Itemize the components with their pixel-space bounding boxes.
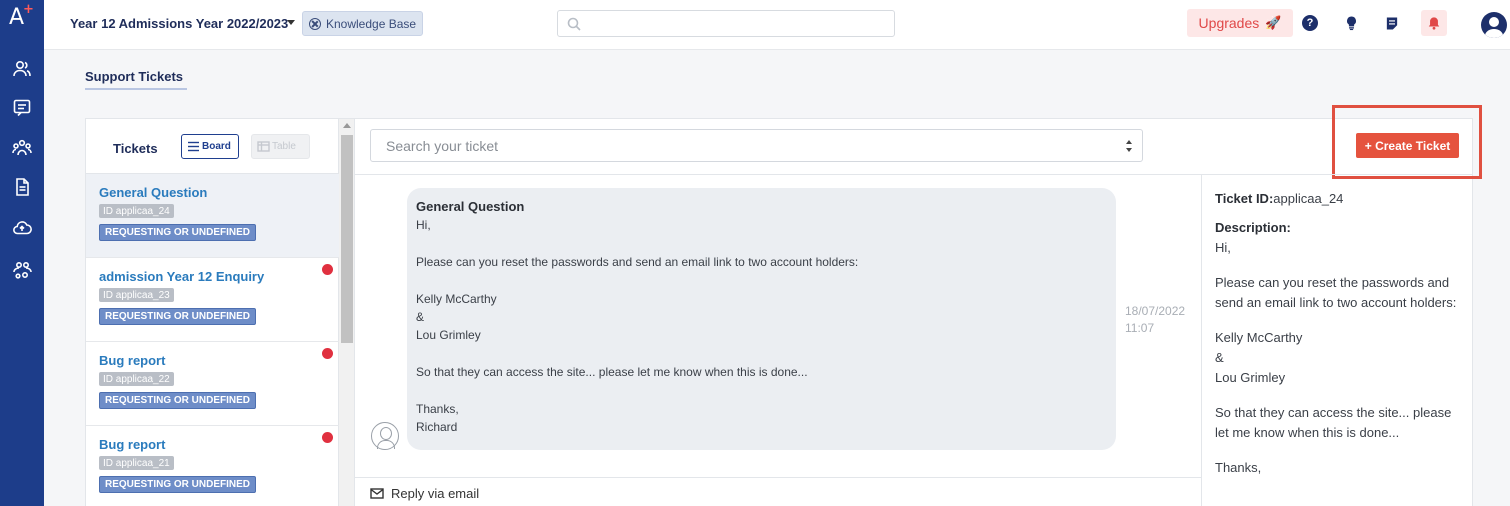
unread-indicator [322, 348, 333, 359]
message-date: 18/07/2022 [1125, 304, 1186, 318]
message-line: & [416, 310, 425, 324]
app-logo[interactable]: A + [9, 2, 34, 30]
ticket-id-label: Ticket ID: [1215, 191, 1274, 206]
ticket-search-input[interactable] [371, 130, 1142, 161]
board-view-label: Board [202, 141, 231, 152]
upgrades-button[interactable]: Upgrades 🚀 [1187, 9, 1293, 37]
user-avatar[interactable] [1481, 12, 1507, 38]
divider [355, 174, 1473, 175]
divider [355, 477, 1201, 478]
table-view-label: Table [272, 141, 296, 152]
unread-indicator [322, 264, 333, 275]
tickets-panel: Tickets Board Table General Question ID … [85, 105, 1482, 506]
description-line: Lou Grimley [1215, 370, 1286, 385]
description-label: Description: [1215, 220, 1291, 235]
description-line: Thanks, [1215, 460, 1262, 475]
sender-avatar [371, 422, 399, 450]
description-line: & [1215, 350, 1224, 365]
select-arrows-icon [1126, 140, 1133, 152]
envelope-icon [370, 488, 384, 499]
global-search-input[interactable] [557, 10, 895, 37]
ticket-id-row: Ticket ID:applicaa_24 [1215, 189, 1465, 209]
users-icon[interactable] [10, 58, 34, 80]
ticket-name: Bug report [99, 353, 166, 368]
upgrades-label: Upgrades [1198, 15, 1260, 31]
top-bar: Year 12 Admissions Year 2022/2023 Knowle… [44, 0, 1510, 50]
message-line: Lou Grimley [416, 328, 481, 342]
status-badge: REQUESTING OR UNDEFINED [99, 224, 257, 241]
tab-underline [85, 88, 187, 90]
ticket-search-select[interactable] [370, 129, 1143, 162]
ticket-name: Bug report [99, 437, 166, 452]
message-time: 11:07 [1125, 321, 1155, 335]
ticket-item[interactable]: admission Year 12 Enquiry ID applicaa_23… [86, 258, 339, 342]
reply-via-email-button[interactable]: Reply via email [370, 486, 479, 501]
knowledge-base-label: Knowledge Base [326, 16, 417, 31]
status-badge: REQUESTING OR UNDEFINED [99, 392, 257, 409]
group-icon[interactable] [10, 137, 34, 159]
ticket-id-badge: ID applicaa_22 [99, 372, 174, 386]
close-circle-icon [309, 17, 321, 30]
description-line: So that they can access the site... plea… [1215, 405, 1452, 440]
ticket-name: admission Year 12 Enquiry [99, 269, 265, 284]
message-line: Thanks, [416, 402, 459, 416]
description-line: Hi, [1215, 240, 1231, 255]
ticket-id-value: applicaa_24 [1273, 191, 1344, 206]
knowledge-base-button[interactable]: Knowledge Base [302, 11, 424, 36]
message-line: Please can you reset the passwords and s… [416, 255, 859, 269]
ticket-id-badge: ID applicaa_23 [99, 288, 174, 302]
ticket-item[interactable]: Bug report ID applicaa_22 REQUESTING OR … [86, 342, 339, 426]
board-view-button[interactable]: Board [181, 134, 239, 159]
help-icon: ? [1302, 15, 1318, 31]
status-badge: REQUESTING OR UNDEFINED [99, 308, 257, 325]
tab-support-tickets[interactable]: Support Tickets [85, 69, 183, 84]
ticket-list-title: Tickets [113, 141, 158, 156]
message-timestamp: 18/07/2022 11:07 [1125, 303, 1185, 337]
cloud-upload-icon[interactable] [10, 217, 34, 239]
ticket-item[interactable]: General Question ID applicaa_24 REQUESTI… [86, 174, 339, 258]
notes-button[interactable] [1381, 12, 1403, 34]
ticket-name: General Question [99, 185, 208, 200]
description-line: Kelly McCarthy [1215, 330, 1303, 345]
ticket-item[interactable]: Bug report ID applicaa_21 REQUESTING OR … [86, 426, 339, 506]
description-line: Please can you reset the passwords and s… [1215, 275, 1457, 310]
left-rail: A + [0, 0, 44, 506]
help-button[interactable]: ? [1299, 12, 1321, 34]
year-selector-label[interactable]: Year 12 Admissions Year 2022/2023 [70, 16, 288, 31]
document-icon[interactable] [10, 176, 34, 198]
board-icon [188, 141, 199, 152]
message-line: Hi, [416, 218, 431, 232]
notifications-button[interactable] [1421, 10, 1447, 36]
create-ticket-button[interactable]: + Create Ticket [1356, 133, 1459, 158]
scrollbar-thumb[interactable] [341, 135, 353, 343]
ticket-id-badge: ID applicaa_21 [99, 456, 174, 470]
ticket-list: Tickets Board Table General Question ID … [86, 119, 339, 506]
ticket-details: Ticket ID:applicaa_24 Description: Hi, P… [1215, 189, 1465, 478]
unread-indicator [322, 432, 333, 443]
notes-icon [1386, 17, 1398, 29]
message-bubble: General Question Hi, Please can you rese… [407, 188, 1116, 450]
message-line: Richard [416, 420, 458, 434]
ticket-list-header: Tickets Board Table [86, 119, 339, 174]
table-icon [257, 141, 270, 152]
divider [1201, 175, 1202, 506]
chat-icon[interactable] [10, 97, 34, 119]
table-view-button[interactable]: Table [251, 134, 310, 159]
message-line: So that they can access the site... plea… [416, 365, 808, 379]
message-line: Kelly McCarthy [416, 292, 497, 306]
chevron-down-icon[interactable] [287, 20, 295, 25]
ticket-list-scrollbar[interactable] [339, 119, 355, 506]
rocket-icon: 🚀 [1265, 15, 1282, 30]
status-badge: REQUESTING OR UNDEFINED [99, 476, 257, 493]
team-settings-icon[interactable] [10, 259, 34, 281]
lightbulb-icon [1346, 16, 1356, 31]
bell-icon [1428, 17, 1440, 30]
ticket-id-badge: ID applicaa_24 [99, 204, 174, 218]
scroll-up-icon[interactable] [343, 123, 351, 128]
reply-label: Reply via email [391, 486, 480, 501]
search-icon [567, 17, 581, 31]
message-subject: General Question [416, 199, 525, 214]
lightbulb-button[interactable] [1340, 12, 1362, 34]
